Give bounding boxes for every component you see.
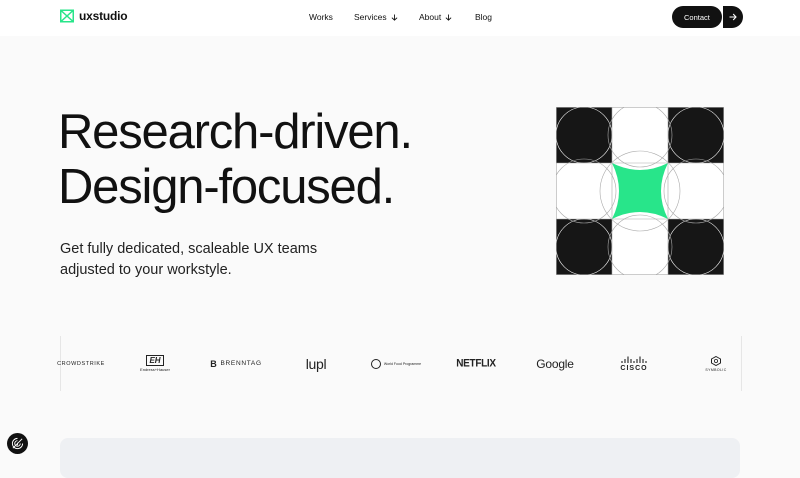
hero-headline-line1: Research-driven. (58, 105, 413, 159)
next-section-card (60, 438, 740, 478)
logo-lupl: lupl (299, 336, 333, 391)
logo-crowdstrike: CROWDSTRIKE (57, 336, 104, 391)
logo-brenntag: B BRENNTAG (210, 336, 262, 391)
logo-google-text: Google (536, 356, 574, 371)
arrow-down-icon (391, 13, 398, 21)
nav-blog[interactable]: Blog (475, 12, 492, 22)
logo-endress-text: Endress+Hauser (140, 367, 170, 372)
nav-about-label: About (419, 12, 442, 22)
uxstudio-logo-icon (60, 9, 74, 23)
arrow-right-icon (729, 13, 737, 21)
logo-wfp: World Food Programme (369, 336, 423, 391)
contact-cta: Contact (672, 6, 743, 28)
cookie-fingerprint-icon (11, 437, 24, 450)
logo-netflix-text: NETFLIX (456, 357, 496, 370)
cisco-bars-icon (621, 356, 647, 363)
arrow-down-icon (445, 13, 452, 21)
nav-blog-label: Blog (475, 12, 493, 22)
logo-cisco-text: CISCO (620, 364, 648, 372)
hero-headline: Research-driven. Design-focused. (58, 105, 413, 215)
brand-name: uxstudio (79, 9, 128, 23)
brand-logo[interactable]: uxstudio (60, 9, 128, 23)
nav-services-label: Services (354, 12, 387, 22)
hero-subtext: Get fully dedicated, scaleable UX teams … (60, 241, 318, 278)
nav-services[interactable]: Services (354, 12, 398, 22)
nav-works[interactable]: Works (309, 12, 333, 22)
nav-works-label: Works (309, 12, 333, 22)
endress-mark: EH (146, 355, 164, 366)
logo-netflix: NETFLIX (456, 333, 496, 394)
client-logos: CROWDSTRIKE EH Endress+Hauser B BRENNTAG… (57, 333, 742, 394)
site-header: uxstudio Works Services About Blog Conta… (0, 0, 800, 36)
logo-wfp-text: World Food Programme (383, 361, 422, 366)
wfp-emblem-icon (370, 358, 381, 369)
hero-geometric-pattern (556, 107, 724, 275)
brenntag-mark-icon: B (210, 358, 218, 369)
logo-cisco: CISCO (617, 336, 651, 391)
logo-endress-hauser: EH Endress+Hauser (131, 336, 179, 391)
nav-about[interactable]: About (419, 12, 452, 22)
cookie-settings-button[interactable] (7, 433, 28, 454)
logo-lupl-text: lupl (305, 355, 327, 372)
symbolic-mark-icon (711, 355, 721, 366)
logo-google: Google (535, 336, 575, 391)
contact-arrow-button[interactable] (722, 6, 743, 28)
logo-symbolic: SYMBOLIC (701, 336, 731, 391)
hero-headline-line2: Design-focused. (58, 160, 395, 214)
logo-brenntag-text: BRENNTAG (220, 360, 262, 367)
logo-symbolic-text: SYMBOLIC (705, 367, 727, 372)
logo-crowdstrike-text: CROWDSTRIKE (57, 360, 105, 367)
contact-button[interactable]: Contact (672, 6, 722, 28)
